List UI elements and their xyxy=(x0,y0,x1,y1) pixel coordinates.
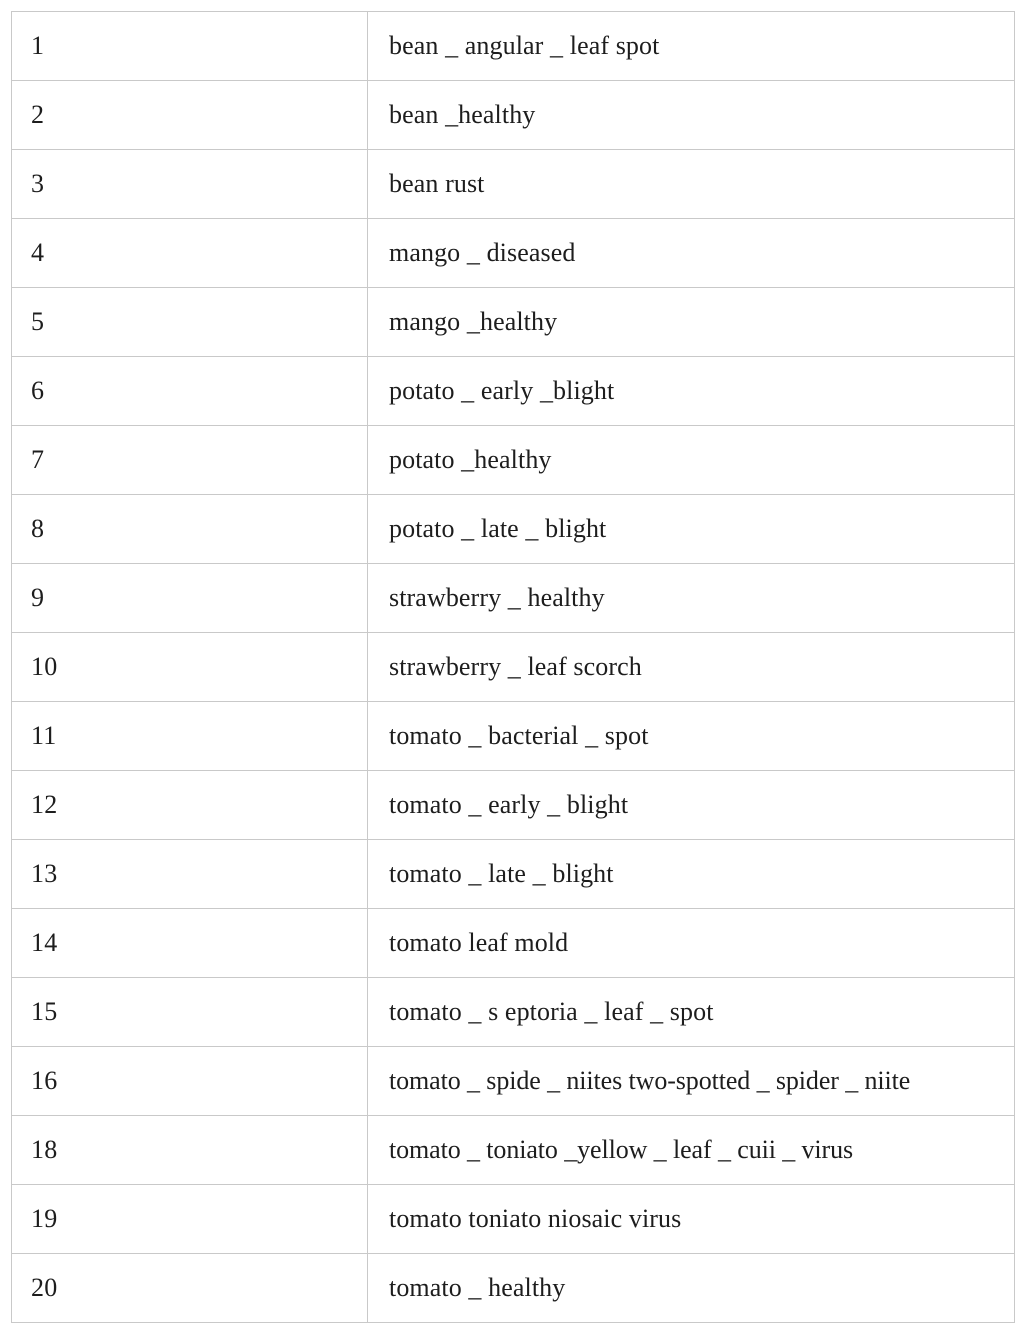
table-row: 16 tomato _ spide _ niites two-spotted _ … xyxy=(11,1046,1015,1116)
row-index-cell: 2 xyxy=(11,80,368,150)
row-index-cell: 20 xyxy=(11,1253,368,1323)
table-row: 6 potato _ early _blight xyxy=(11,356,1015,426)
row-index-cell: 6 xyxy=(11,356,368,426)
table-row: 9 strawberry _ healthy xyxy=(11,563,1015,633)
row-index-cell: 12 xyxy=(11,770,368,840)
row-label-cell: tomato leaf mold xyxy=(367,908,1015,978)
table-row: 14 tomato leaf mold xyxy=(11,908,1015,978)
table-row: 7 potato _healthy xyxy=(11,425,1015,495)
row-label-cell: tomato _ toniato _yellow _ leaf _ cuii _… xyxy=(367,1115,1015,1185)
row-label-cell: potato _ late _ blight xyxy=(367,494,1015,564)
row-label-cell: tomato _ bacterial _ spot xyxy=(367,701,1015,771)
table-row: 20 tomato _ healthy xyxy=(11,1253,1015,1323)
row-index-cell: 9 xyxy=(11,563,368,633)
table-row: 10 strawberry _ leaf scorch xyxy=(11,632,1015,702)
row-label-cell: mango _ diseased xyxy=(367,218,1015,288)
table-row: 18 tomato _ toniato _yellow _ leaf _ cuii… xyxy=(11,1115,1015,1185)
row-index-cell: 16 xyxy=(11,1046,368,1116)
row-label-cell: mango _healthy xyxy=(367,287,1015,357)
row-label-cell: potato _healthy xyxy=(367,425,1015,495)
table-row: 15 tomato _ s eptoria _ leaf _ spot xyxy=(11,977,1015,1047)
table-body: 1 bean _ angular _ leaf spot 2 bean _health… xyxy=(11,11,1015,1323)
row-label-cell: tomato _ spide _ niites two-spotted _ sp… xyxy=(367,1046,1015,1116)
row-label-cell: bean rust xyxy=(367,149,1015,219)
table-row: 5 mango _healthy xyxy=(11,287,1015,357)
row-index-cell: 3 xyxy=(11,149,368,219)
table-row: 12 tomato _ early _ blight xyxy=(11,770,1015,840)
row-label-cell: tomato toniato niosaic virus xyxy=(367,1184,1015,1254)
row-index-cell: 10 xyxy=(11,632,368,702)
row-index-cell: 1 xyxy=(11,11,368,81)
table-row: 3 bean rust xyxy=(11,149,1015,219)
row-index-cell: 8 xyxy=(11,494,368,564)
row-label-cell: tomato _ early _ blight xyxy=(367,770,1015,840)
row-label-cell: bean _ angular _ leaf spot xyxy=(367,11,1015,81)
table-row: 11 tomato _ bacterial _ spot xyxy=(11,701,1015,771)
row-index-cell: 14 xyxy=(11,908,368,978)
row-index-cell: 4 xyxy=(11,218,368,288)
row-index-cell: 15 xyxy=(11,977,368,1047)
row-label-cell: potato _ early _blight xyxy=(367,356,1015,426)
row-label-cell: tomato _ late _ blight xyxy=(367,839,1015,909)
row-index-cell: 11 xyxy=(11,701,368,771)
table-row: 13 tomato _ late _ blight xyxy=(11,839,1015,909)
row-index-cell: 19 xyxy=(11,1184,368,1254)
table-row: 4 mango _ diseased xyxy=(11,218,1015,288)
row-index-cell: 18 xyxy=(11,1115,368,1185)
table-row: 1 bean _ angular _ leaf spot xyxy=(11,11,1015,81)
table-row: 2 bean _healthy xyxy=(11,80,1015,150)
row-label-cell: strawberry _ leaf scorch xyxy=(367,632,1015,702)
row-index-cell: 7 xyxy=(11,425,368,495)
row-label-cell: strawberry _ healthy xyxy=(367,563,1015,633)
row-index-cell: 5 xyxy=(11,287,368,357)
row-label-cell: bean _healthy xyxy=(367,80,1015,150)
row-label-cell: tomato _ healthy xyxy=(367,1253,1015,1323)
table-row: 19 tomato toniato niosaic virus xyxy=(11,1184,1015,1254)
document-page: 1 bean _ angular _ leaf spot 2 bean _health… xyxy=(0,0,1025,1337)
row-label-cell: tomato _ s eptoria _ leaf _ spot xyxy=(367,977,1015,1047)
row-index-cell: 13 xyxy=(11,839,368,909)
table-row: 8 potato _ late _ blight xyxy=(11,494,1015,564)
class-label-table: 1 bean _ angular _ leaf spot 2 bean _health… xyxy=(11,11,1015,1323)
